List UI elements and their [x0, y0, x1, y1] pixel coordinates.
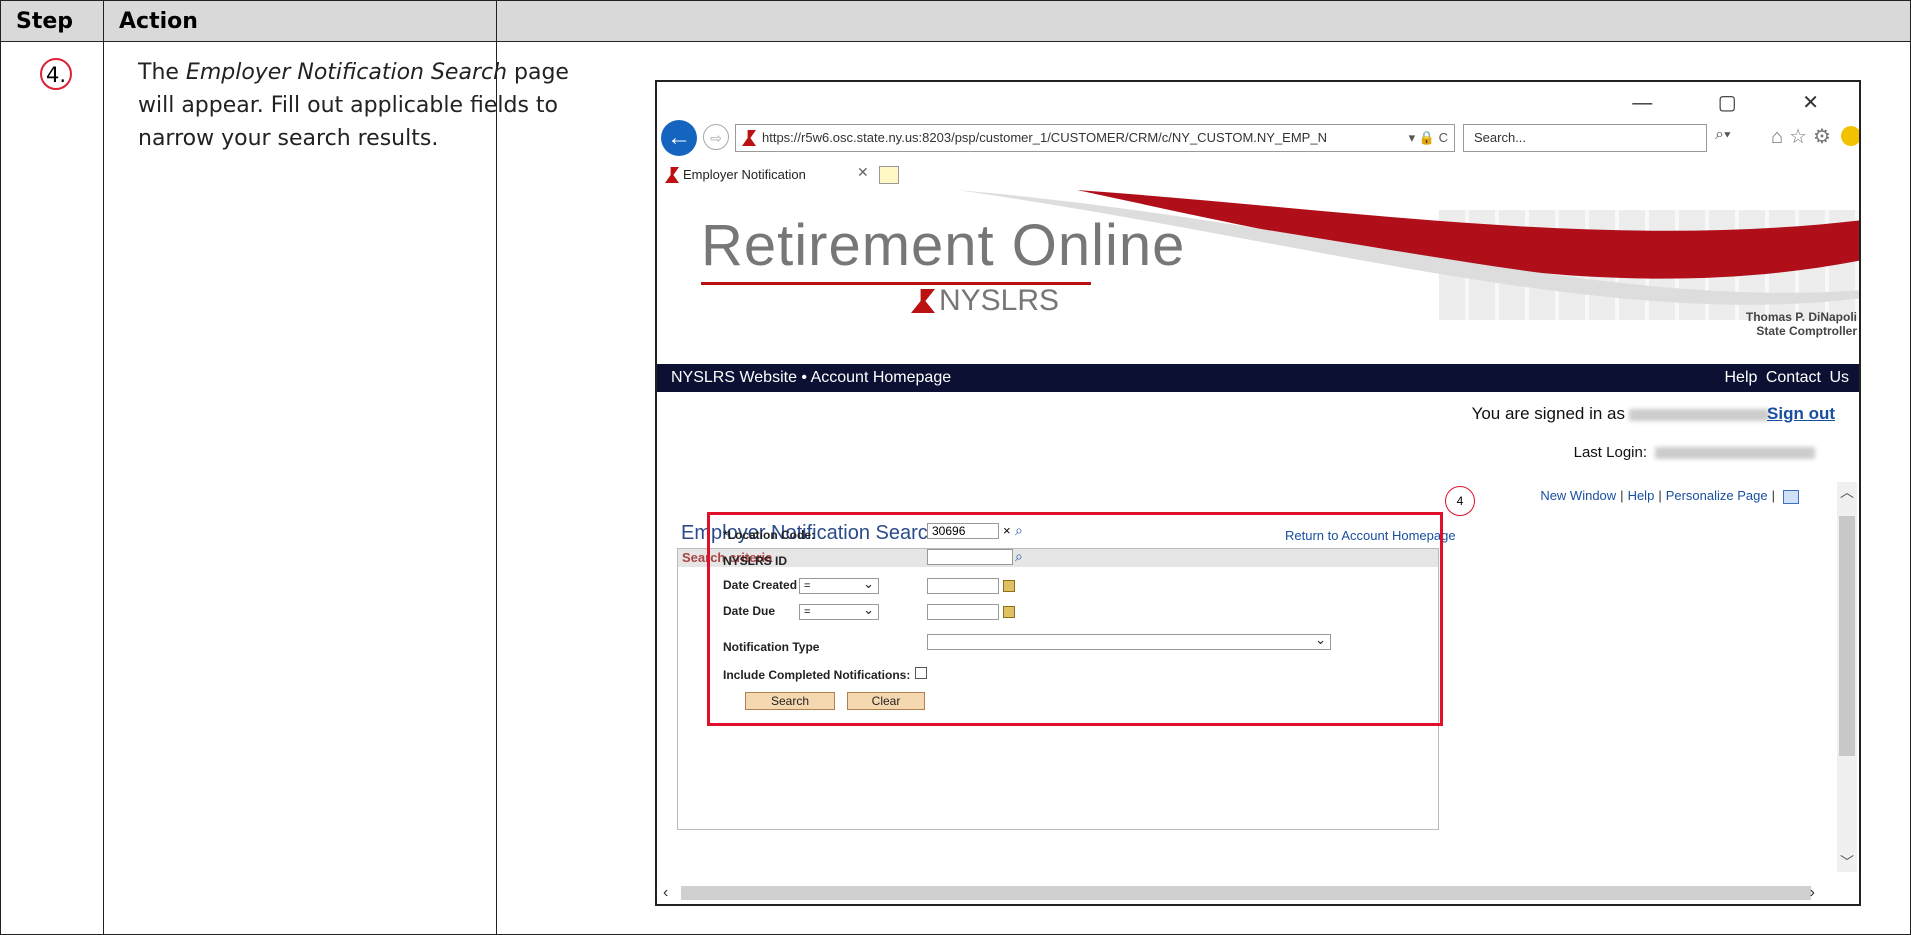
- header-action-label: Action: [119, 9, 198, 34]
- step-cell: [0, 41, 104, 935]
- nav-bar: NYSLRS Website • Account Homepage Help C…: [657, 364, 1859, 392]
- last-login: Last Login:: [1574, 444, 1815, 461]
- url-text: https://r5w6.osc.state.ny.us:8203/psp/cu…: [762, 130, 1327, 145]
- header-step: Step: [0, 0, 104, 42]
- smiley-icon[interactable]: [1841, 126, 1859, 146]
- callout-badge: 4: [1445, 486, 1475, 516]
- scroll-up-icon[interactable]: ︿: [1840, 482, 1854, 502]
- step-number: 4.: [45, 63, 67, 87]
- step-number-badge: 4.: [40, 58, 72, 90]
- close-icon[interactable]: ✕: [857, 164, 869, 181]
- signed-in-text: You are signed in as: [1471, 404, 1625, 423]
- action-cell: [103, 41, 497, 935]
- header-screenshot: [496, 0, 1911, 42]
- instruction-table: Step Action 4. The Employer Notification…: [0, 0, 1911, 935]
- signed-in-status: You are signed in as: [1472, 404, 1779, 424]
- horizontal-scrollbar[interactable]: ‹ ›: [657, 882, 1859, 904]
- tab-title: Employer Notification: [683, 167, 806, 182]
- tab-employer-notification[interactable]: Employer Notification: [663, 162, 806, 188]
- search-icon[interactable]: ⌕▾: [1715, 126, 1731, 144]
- action-text-1: The: [138, 60, 186, 85]
- browser-screenshot: — ▢ ✕ ← ⇨ https://r5w6.osc.state.ny.us:8…: [655, 80, 1861, 906]
- comptroller-title: State Comptroller: [1756, 324, 1857, 338]
- sign-out-link[interactable]: Sign out: [1767, 404, 1835, 424]
- forward-arrow-icon[interactable]: ⇨: [703, 124, 729, 150]
- toolbar-icons[interactable]: ⌂☆⚙: [1771, 124, 1837, 149]
- scroll-right-icon[interactable]: ›: [1810, 884, 1815, 902]
- comptroller-name: Thomas P. DiNapoli: [1745, 310, 1857, 324]
- redacted-user: [1629, 408, 1769, 421]
- new-tab-icon[interactable]: [879, 166, 899, 184]
- header-action: Action: [103, 0, 497, 42]
- tab-row: Employer Notification ✕: [657, 162, 1859, 190]
- nav-right-links[interactable]: Help Contact Us: [1725, 364, 1850, 392]
- horizontal-scroll-thumb[interactable]: [681, 886, 1811, 900]
- site-banner: Retirement Online NYSLRS Thomas P. DiNap…: [657, 190, 1859, 350]
- address-bar[interactable]: https://r5w6.osc.state.ny.us:8203/psp/cu…: [735, 124, 1455, 152]
- page-links: New Window | Help | Personalize Page |: [1540, 488, 1799, 504]
- back-arrow-icon[interactable]: ←: [661, 120, 697, 156]
- scroll-thumb[interactable]: [1839, 516, 1855, 756]
- grid-icon[interactable]: [1783, 489, 1799, 504]
- personalize-page-link[interactable]: Personalize Page: [1666, 488, 1768, 503]
- header-step-label: Step: [16, 9, 74, 34]
- address-bar-controls[interactable]: ▾ 🔒 C: [1409, 125, 1448, 151]
- action-text-italic: Employer Notification Search: [185, 60, 508, 85]
- window-controls[interactable]: — ▢ ✕: [1632, 90, 1849, 115]
- last-login-label: Last Login:: [1573, 444, 1647, 461]
- site-logo-icon: [742, 130, 756, 146]
- logo-title: Retirement Online: [701, 213, 1186, 278]
- vertical-scrollbar[interactable]: ︿ ﹀: [1837, 482, 1857, 872]
- scroll-left-icon[interactable]: ‹: [663, 884, 668, 902]
- scroll-down-icon[interactable]: ﹀: [1840, 852, 1854, 872]
- tab-site-icon: [665, 167, 679, 183]
- new-window-link[interactable]: New Window: [1540, 488, 1616, 503]
- logo-sub-text: NYSLRS: [939, 284, 1060, 317]
- nav-left-links[interactable]: NYSLRS Website • Account Homepage: [671, 364, 951, 392]
- browser-search-input[interactable]: Search...: [1463, 124, 1707, 152]
- redacted-last-login: [1655, 447, 1815, 460]
- logo-sub: NYSLRS: [911, 284, 1059, 318]
- address-row: ← ⇨ https://r5w6.osc.state.ny.us:8203/ps…: [657, 116, 1859, 156]
- nyslrs-logo-icon: [911, 289, 935, 313]
- comptroller-block: Thomas P. DiNapoli State Comptroller: [1746, 310, 1857, 338]
- highlight-box: [707, 512, 1443, 726]
- action-description: The Employer Notification Search page wi…: [138, 56, 598, 155]
- help-link[interactable]: Help: [1628, 488, 1655, 503]
